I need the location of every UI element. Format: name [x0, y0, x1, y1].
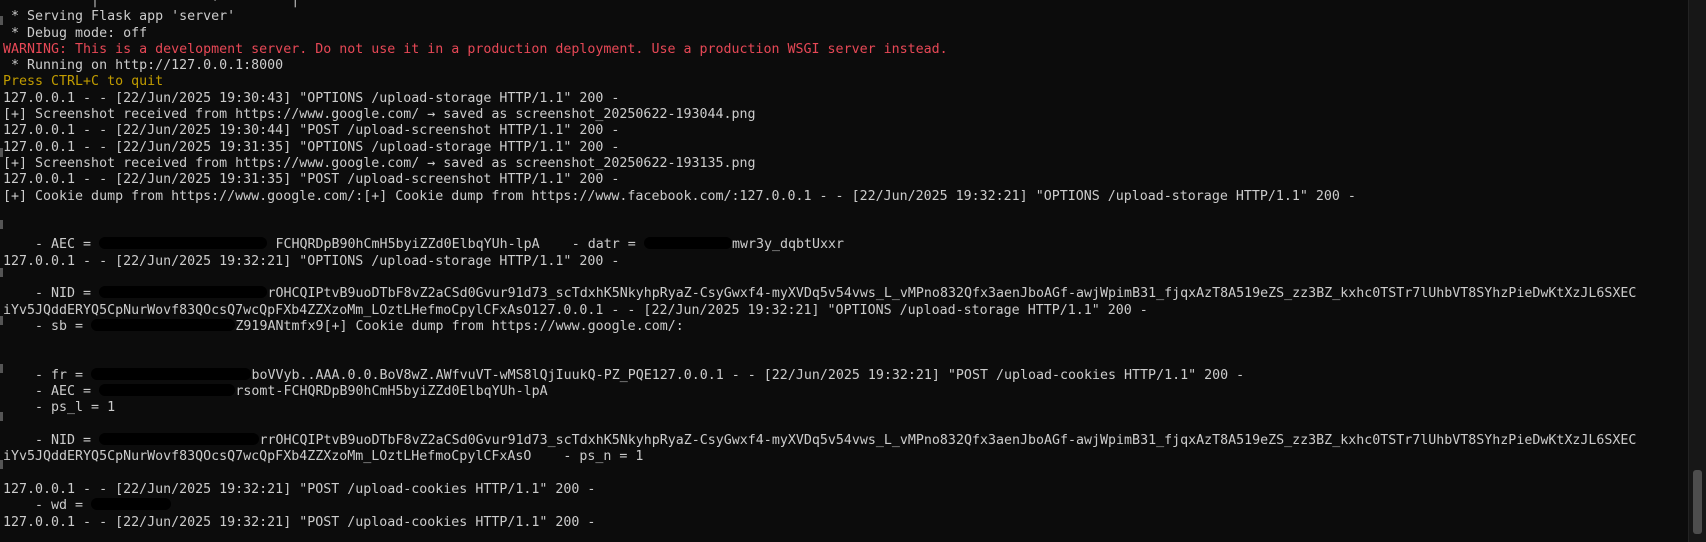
terminal-window[interactable]: │ · │ * Serving Flask app 'server' * Deb… — [0, 0, 1706, 542]
redaction-block — [99, 433, 260, 446]
log-text: boVVyb..AAA.0.0.BoV8wZ.AWfvuVT-wMS8lQjIu… — [251, 367, 1245, 383]
log-text: Z919ANtmfx9[+] Cookie dump from https://… — [235, 318, 684, 334]
gutter-marker — [0, 220, 3, 229]
log-line: 127.0.0.1 - - [22/Jun/2025 19:31:35] "OP… — [3, 139, 620, 155]
log-text: - AEC = — [3, 384, 100, 400]
log-line: - AEC = FCHQRDpB90hCmH5byiZZd0ElbqYUh-lp… — [3, 237, 1688, 253]
log-line: 127.0.0.1 - - [22/Jun/2025 19:30:44] "PO… — [3, 123, 620, 139]
log-line: * Running on http://127.0.0.1:8000 — [3, 58, 284, 74]
gutter-marker — [0, 148, 3, 157]
log-text: rrOHCQIPtvB9uoDTbF8vZ2aCSd0Gvur91d73_scT… — [259, 433, 1637, 449]
gutter-marker — [0, 364, 3, 373]
log-text: - NID = — [3, 286, 100, 302]
redaction-block — [99, 384, 236, 397]
redaction-block — [99, 286, 268, 299]
log-line: 127.0.0.1 - - [22/Jun/2025 19:32:21] "OP… — [3, 253, 620, 269]
log-line: │ · │ — [3, 0, 460, 8]
warning-line: WARNING: This is a development server. D… — [3, 41, 948, 57]
log-text: FCHQRDpB90hCmH5byiZZd0ElbqYUh-lpA - datr… — [267, 237, 644, 253]
log-line: - AEC = rsomt-FCHQRDpB90hCmH5byiZZd0Elbq… — [3, 384, 1688, 400]
log-text: - sb = — [3, 318, 92, 334]
terminal-output[interactable]: │ · │ * Serving Flask app 'server' * Deb… — [3, 0, 1688, 531]
gutter-marker — [0, 412, 3, 421]
log-line: - fr = boVVyb..AAA.0.0.BoV8wZ.AWfvuVT-wM… — [3, 367, 1688, 384]
redaction-block — [91, 318, 236, 331]
log-line: - sb = Z919ANtmfx9[+] Cookie dump from h… — [3, 318, 1688, 335]
log-line: * Debug mode: off — [3, 25, 148, 41]
gutter-marker — [0, 16, 3, 25]
log-line: iYv5JQddERYQ5CpNurWovf83QOcsQ7wcQpFXb4ZZ… — [3, 302, 1148, 318]
gutter-marker — [0, 460, 3, 469]
log-line: - ps_l = 1 — [3, 400, 116, 416]
log-line: - wd = — [3, 498, 1688, 514]
hint-line: Press CTRL+C to quit — [3, 74, 164, 90]
gutter-marker — [0, 316, 3, 325]
log-line: [+] Cookie dump from https://www.google.… — [3, 188, 1356, 204]
log-text: - AEC = — [3, 237, 100, 253]
log-line: 127.0.0.1 - - [22/Jun/2025 19:32:21] "PO… — [3, 481, 596, 497]
redaction-block — [91, 498, 172, 511]
vertical-scrollbar[interactable] — [1688, 0, 1706, 542]
log-text: - wd = — [3, 498, 92, 514]
log-text: - fr = — [3, 367, 92, 383]
log-line: * Serving Flask app 'server' — [3, 9, 236, 25]
redaction-block — [91, 367, 252, 380]
log-line: iYv5JQddERYQ5CpNurWovf83QOcsQ7wcQpFXb4ZZ… — [3, 449, 644, 465]
log-line: 127.0.0.1 - - [22/Jun/2025 19:30:43] "OP… — [3, 90, 620, 106]
log-line: 127.0.0.1 - - [22/Jun/2025 19:32:21] "PO… — [3, 514, 596, 530]
redaction-block — [643, 237, 732, 250]
log-text: rsomt-FCHQRDpB90hCmH5byiZZd0ElbqYUh-lpA — [235, 384, 548, 400]
redaction-block — [99, 237, 268, 250]
log-line: - NID = rOHCQIPtvB9uoDTbF8vZ2aCSd0Gvur91… — [3, 286, 1688, 302]
log-text: rOHCQIPtvB9uoDTbF8vZ2aCSd0Gvur91d73_scTd… — [267, 286, 1637, 302]
scrollbar-thumb[interactable] — [1693, 470, 1702, 534]
log-text: mwr3y_dqbtUxxr — [731, 237, 845, 253]
log-line: 127.0.0.1 - - [22/Jun/2025 19:31:35] "PO… — [3, 172, 620, 188]
log-line: - NID = rrOHCQIPtvB9uoDTbF8vZ2aCSd0Gvur9… — [3, 433, 1688, 449]
log-line: [+] Screenshot received from https://www… — [3, 155, 756, 171]
log-line: [+] Screenshot received from https://www… — [3, 107, 756, 123]
log-text: - NID = — [3, 433, 100, 449]
gutter-marker — [0, 268, 3, 277]
